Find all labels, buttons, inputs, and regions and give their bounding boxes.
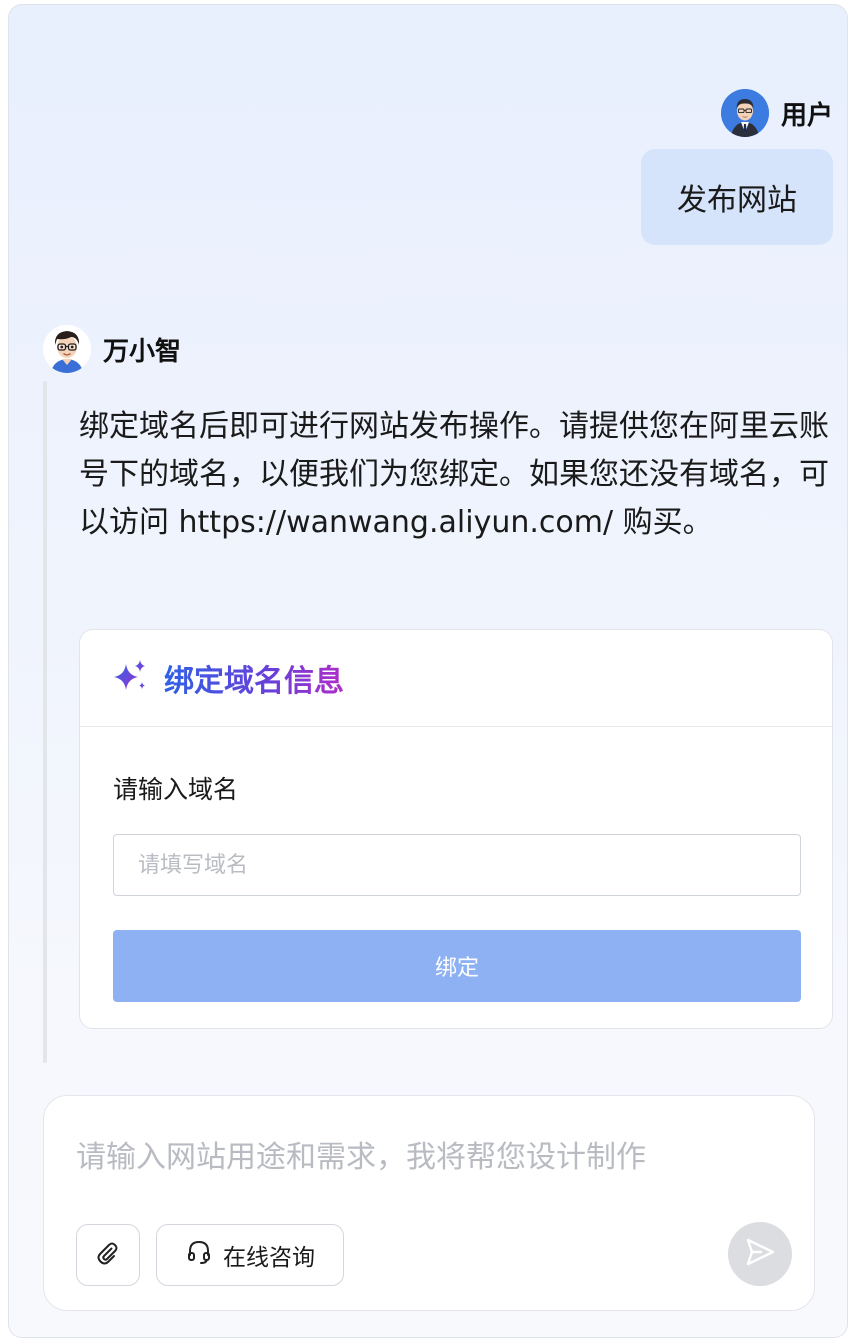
send-icon (743, 1235, 777, 1273)
user-message-header: 用户 (720, 89, 833, 137)
online-consult-label: 在线咨询 (223, 1245, 315, 1271)
bot-message-header: 万小智 (43, 325, 181, 373)
bind-domain-card: 绑定域名信息 请输入域名 绑定 (79, 629, 833, 1029)
card-title: 绑定域名信息 (164, 656, 344, 700)
online-consult-button[interactable]: 在线咨询 (156, 1224, 344, 1286)
send-button[interactable] (728, 1222, 792, 1286)
sparkle-icon (112, 658, 148, 698)
domain-field-label: 请输入域名 (113, 775, 239, 804)
user-name: 用户 (780, 100, 833, 131)
bot-message-divider (43, 381, 47, 1063)
domain-input[interactable] (113, 834, 801, 896)
bot-name: 万小智 (103, 336, 182, 367)
paperclip-icon (94, 1239, 122, 1271)
attach-button[interactable] (76, 1224, 140, 1286)
user-avatar (720, 89, 769, 137)
headset-icon (185, 1238, 213, 1272)
card-header: 绑定域名信息 (80, 630, 832, 727)
bind-button[interactable]: 绑定 (113, 930, 801, 1002)
businessman-avatar-icon (720, 89, 769, 137)
bot-avatar (43, 325, 91, 373)
composer-placeholder[interactable]: 请输入网站用途和需求，我将帮您设计制作 (76, 1132, 646, 1176)
bot-message-text: 绑定域名后即可进行网站发布操作。请提供您在阿里云账号下的域名，以便我们为您绑定。… (79, 409, 829, 540)
chat-window: 用户 发布网站 万小智 绑定域名后即可进行网站发布操作。请提供您在阿里云账号下的… (8, 4, 848, 1338)
user-message-bubble: 发布网站 (641, 149, 833, 245)
message-composer[interactable]: 请输入网站用途和需求，我将帮您设计制作 在线咨询 (43, 1095, 815, 1311)
boy-with-glasses-avatar-icon (43, 325, 91, 373)
